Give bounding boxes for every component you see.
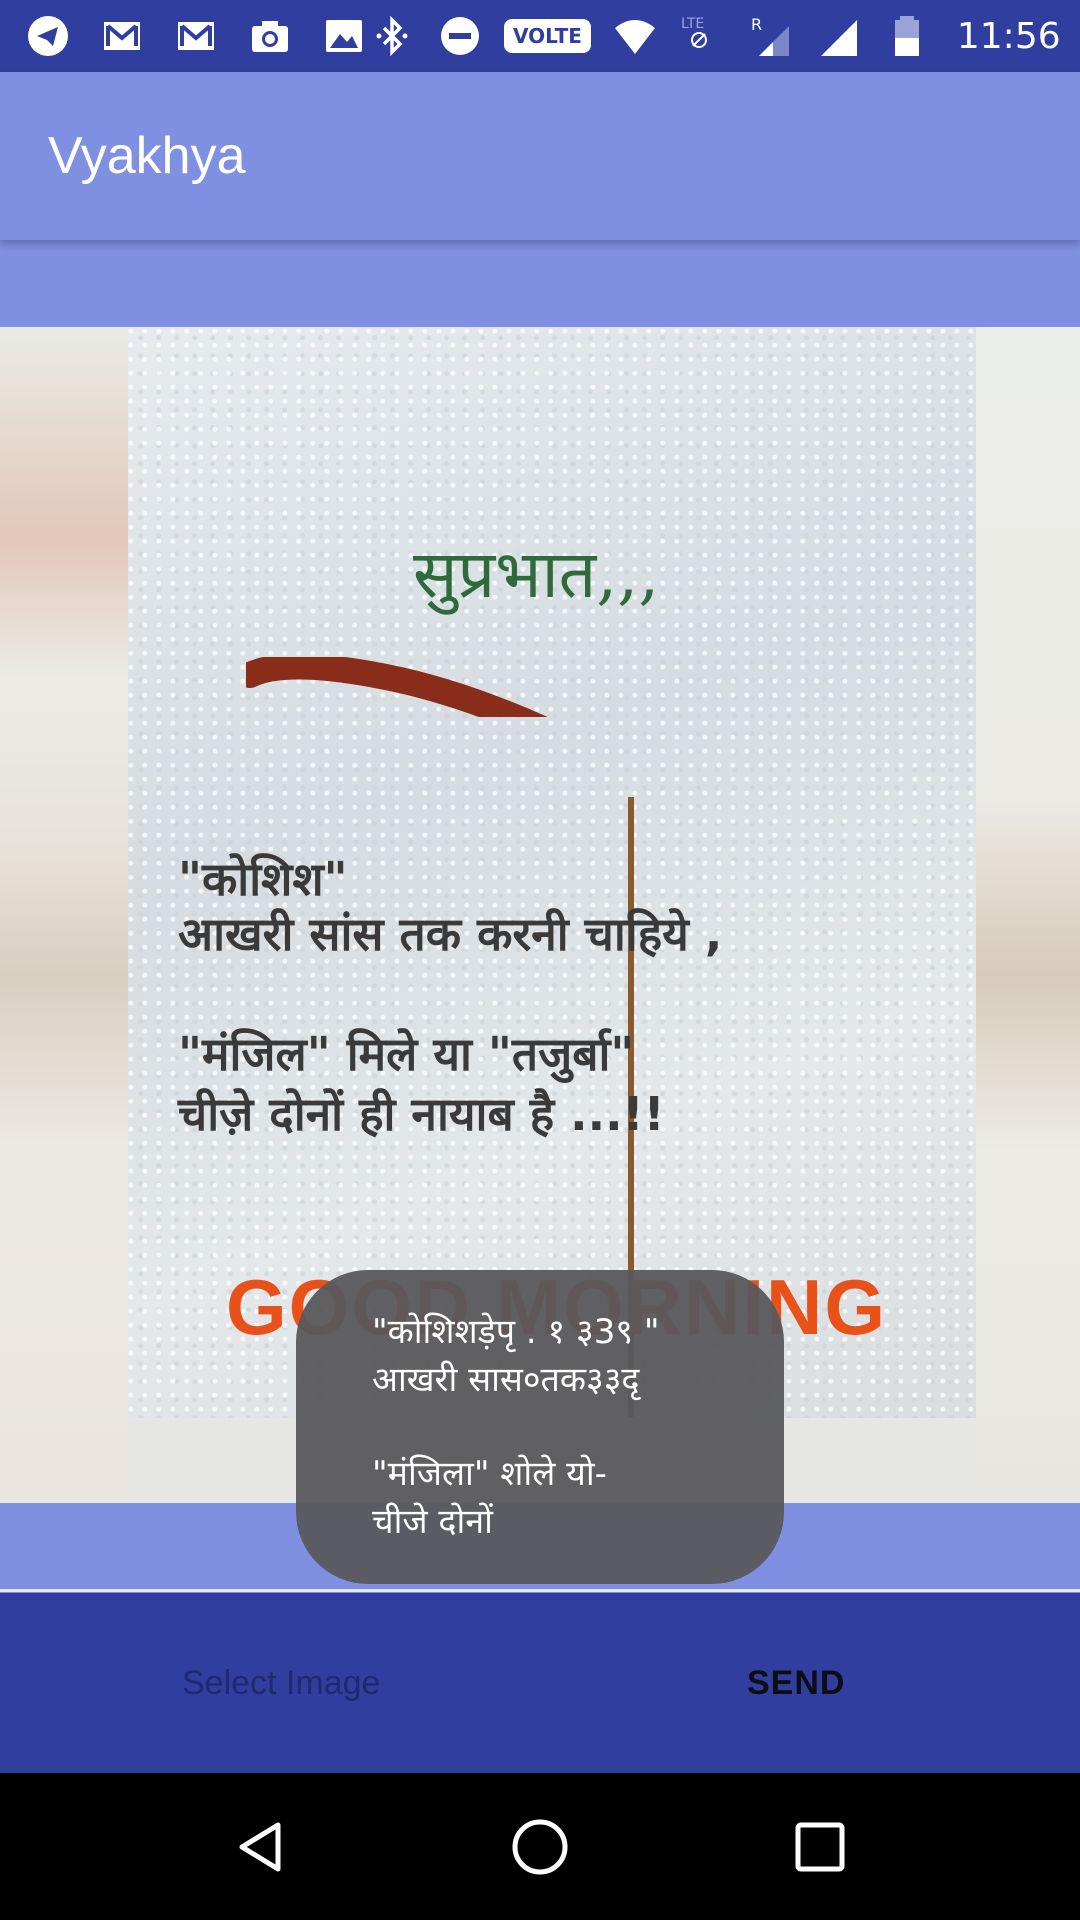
signal-icon xyxy=(815,12,863,60)
image-text-line: "मंजिल" मिले या "तजुर्बा" xyxy=(178,1027,635,1081)
gallery-icon xyxy=(320,12,368,60)
divider xyxy=(0,1589,1080,1592)
bluetooth-icon xyxy=(368,12,416,60)
image-heading: सुप्रभात,,, xyxy=(413,536,660,613)
battery-icon xyxy=(883,12,931,60)
gmail-icon xyxy=(98,12,146,60)
navigation-bar xyxy=(0,1773,1080,1920)
roaming-signal-icon: R xyxy=(747,12,795,60)
status-bar: VOLTE LTE R 11:56 xyxy=(0,0,1080,72)
telegram-icon xyxy=(24,12,72,60)
camera-icon xyxy=(246,12,294,60)
toast-line: आखरी सास०तक३३दृ xyxy=(372,1360,640,1400)
status-clock: 11:56 xyxy=(956,15,1061,57)
image-text-line: चीज़े दोनों ही नायाब है ...!! xyxy=(178,1087,665,1141)
svg-text:R: R xyxy=(751,15,762,34)
toast-line: चीजे दोनों xyxy=(372,1502,493,1542)
image-text-line: आखरी सांस तक करनी चाहिये , xyxy=(178,907,723,961)
send-button[interactable]: SEND xyxy=(747,1593,845,1773)
app-bar: Vyakhya xyxy=(0,72,1080,240)
home-icon[interactable] xyxy=(500,1807,580,1887)
lte-signal-icon: LTE xyxy=(679,12,727,60)
app-title: Vyakhya xyxy=(48,127,246,185)
image-blur-right xyxy=(976,327,1080,1503)
gmail-icon xyxy=(172,12,220,60)
image-card: सुप्रभात,,, "कोशिश" आखरी सांस तक करनी चा… xyxy=(128,327,976,1418)
volte-icon: VOLTE xyxy=(504,19,591,53)
wifi-icon xyxy=(611,12,659,60)
toast-line: "कोशिशड़ेपृ . १ ३3९ " xyxy=(372,1312,660,1352)
toast-line: "मंजिला" शोले यो- xyxy=(372,1454,607,1494)
back-icon[interactable] xyxy=(220,1807,300,1887)
svg-text:LTE: LTE xyxy=(681,16,704,32)
do-not-disturb-icon xyxy=(436,12,484,60)
ocr-result-toast: "कोशिशड़ेपृ . १ ३3९ " आखरी सास०तक३३दृ "म… xyxy=(296,1270,784,1584)
screen: VOLTE LTE R 11:56 Vyakhya सुप्रभात,,, "क… xyxy=(0,0,1080,1920)
image-text-line: "कोशिश" xyxy=(178,852,348,906)
recents-icon[interactable] xyxy=(780,1807,860,1887)
feather-icon xyxy=(246,657,548,717)
select-image-button[interactable]: Select Image xyxy=(182,1593,380,1773)
image-blur-left xyxy=(0,327,128,1503)
button-bar: Select Image SEND xyxy=(0,1593,1080,1773)
